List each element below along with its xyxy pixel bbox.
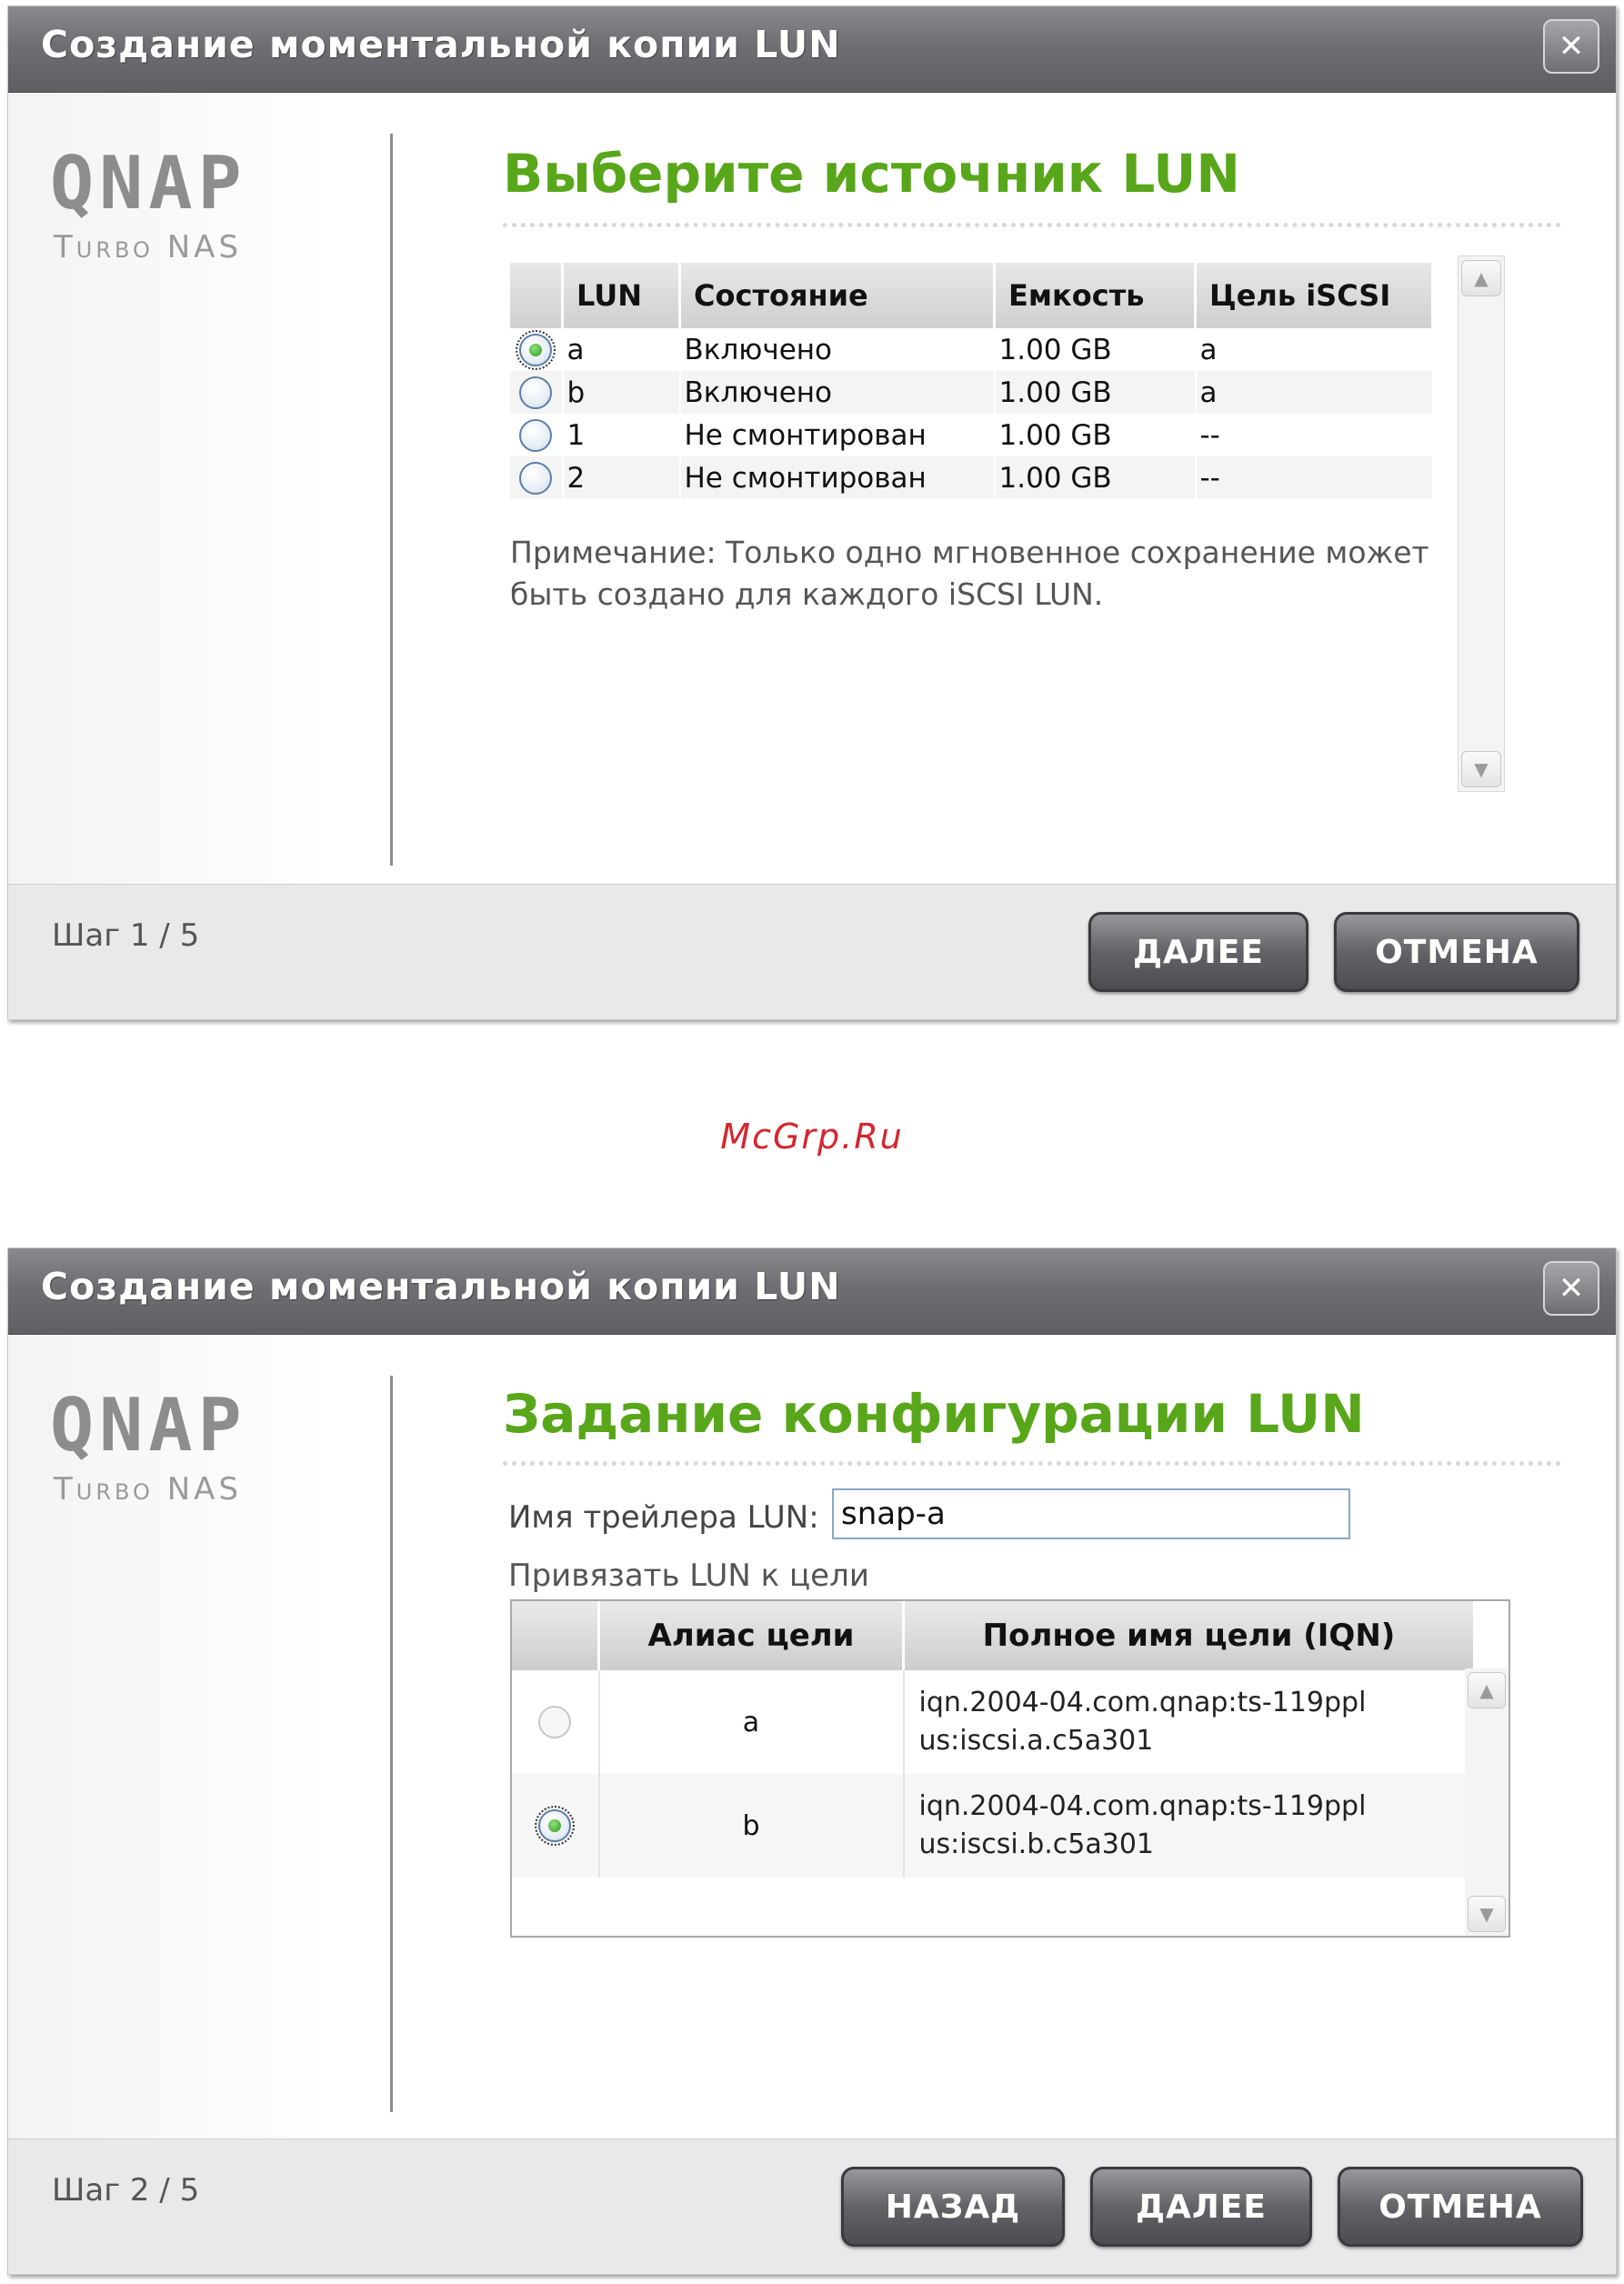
heading-divider [503,223,1561,227]
dialog-title: Создание моментальной копии LUN [41,1265,841,1308]
column-header-iscsi-target[interactable]: Цель iSCSI [1195,263,1434,328]
row-select-cell [510,456,564,499]
lun-cell: 1 [562,414,681,456]
capacity-cell: 1.00 GB [994,328,1197,371]
heading-divider [503,1461,1561,1466]
lun-cell: a [562,328,681,371]
vertical-scrollbar[interactable]: ▲ ▼ [1465,1668,1509,1936]
page-heading: Выберите источник LUN [503,143,1240,205]
dialog-select-lun-source: Создание моментальной копии LUN ✕ QNAP T… [7,5,1617,1020]
iqn-line-1: iqn.2004-04.com.qnap:ts-119ppl [918,1790,1367,1822]
target-table-container: Алиас цели Полное имя цели (IQN) a iqn.2… [510,1599,1510,1938]
logo-sub-text: Turbo NAS [54,229,243,265]
scroll-down-icon[interactable]: ▼ [1461,751,1501,787]
close-icon: ✕ [1558,1270,1585,1307]
dialog-lun-configuration: Создание моментальной копии LUN ✕ QNAP T… [7,1247,1617,2275]
table-header-row: LUN Состояние Емкость Цель iSCSI [510,263,1434,328]
dialog-titlebar: Создание моментальной копии LUN ✕ [8,1248,1616,1335]
target-cell: -- [1195,456,1434,499]
logo-sub-text: Turbo NAS [54,1471,243,1508]
iqn-cell: iqn.2004-04.com.qnap:ts-119ppl us:iscsi.… [903,1670,1476,1774]
table-row[interactable]: 1 Не смонтирован 1.00 GB -- [510,414,1434,456]
target-cell: a [1195,328,1434,371]
row-select-cell [510,414,564,456]
target-cell: -- [1195,414,1434,456]
column-header-iqn[interactable]: Полное имя цели (IQN) [903,1601,1476,1670]
close-button[interactable]: ✕ [1543,1261,1599,1316]
alias-cell: a [598,1670,905,1774]
column-header-select [512,1601,600,1670]
logo-main-text: QNAP [50,141,247,225]
next-button[interactable]: ДАЛЕЕ [1088,912,1308,992]
capacity-cell: 1.00 GB [994,456,1197,499]
vertical-scrollbar[interactable]: ▲ ▼ [1458,255,1505,792]
dialog-footer: Шаг 2 / 5 НАЗАД ДАЛЕЕ ОТМЕНА [8,2139,1616,2274]
lun-cell: b [562,371,681,414]
state-cell: Не смонтирован [679,414,996,456]
lun-radio-b[interactable] [519,376,553,410]
row-select-cell [512,1670,600,1774]
close-button[interactable]: ✕ [1543,19,1599,74]
column-header-state[interactable]: Состояние [679,263,996,328]
column-header-lun[interactable]: LUN [562,263,681,328]
capacity-cell: 1.00 GB [994,371,1197,414]
table-row[interactable]: b Включено 1.00 GB a [510,371,1434,414]
column-header-select [510,263,564,328]
next-button[interactable]: ДАЛЕЕ [1090,2167,1312,2247]
lun-source-table: LUN Состояние Емкость Цель iSCSI a Включ… [510,263,1434,499]
table-row[interactable]: 2 Не смонтирован 1.00 GB -- [510,456,1434,499]
row-select-cell [512,1774,600,1878]
note-text: Примечание: Только одно мгновенное сохра… [510,535,1429,612]
close-icon: ✕ [1558,28,1585,65]
row-select-cell [510,371,564,414]
dialog-titlebar: Создание моментальной копии LUN ✕ [8,6,1616,93]
iqn-line-1: iqn.2004-04.com.qnap:ts-119ppl [918,1687,1367,1718]
trailer-name-label: Имя трейлера LUN: [508,1499,819,1536]
qnap-logo: QNAP Turbo NAS [50,1389,247,1508]
logo-main-text: QNAP [50,1383,247,1468]
scroll-down-icon[interactable]: ▼ [1468,1896,1506,1932]
state-cell: Не смонтирован [679,456,996,499]
iqn-line-2: us:iscsi.a.c5a301 [918,1725,1154,1757]
table-row[interactable]: a Включено 1.00 GB a [510,328,1434,371]
target-table: Алиас цели Полное имя цели (IQN) a iqn.2… [512,1601,1476,1878]
scroll-up-icon[interactable]: ▲ [1468,1672,1506,1708]
lun-radio-1[interactable] [519,419,553,453]
alias-cell: b [598,1774,905,1878]
target-cell: a [1195,371,1434,414]
step-indicator: Шаг 1 / 5 [52,917,200,954]
target-radio-a[interactable] [538,1706,572,1739]
cancel-button[interactable]: ОТМЕНА [1334,912,1579,992]
dialog-footer: Шаг 1 / 5 ДАЛЕЕ ОТМЕНА [8,884,1616,1019]
capacity-cell: 1.00 GB [994,414,1197,456]
step-indicator: Шаг 2 / 5 [52,2172,200,2209]
lun-radio-2[interactable] [519,462,553,496]
sidebar: QNAP Turbo NAS [8,93,390,885]
back-button[interactable]: НАЗАД [841,2167,1065,2247]
state-cell: Включено [679,371,996,414]
lun-radio-a[interactable] [516,330,556,371]
iqn-cell: iqn.2004-04.com.qnap:ts-119ppl us:iscsi.… [903,1774,1476,1878]
row-select-cell [510,328,564,371]
dialog-title: Создание моментальной копии LUN [41,23,841,66]
scroll-up-icon[interactable]: ▲ [1461,260,1501,296]
cancel-button[interactable]: ОТМЕНА [1338,2167,1583,2247]
page-heading: Задание конфигурации LUN [503,1383,1365,1445]
table-row[interactable]: a iqn.2004-04.com.qnap:ts-119ppl us:iscs… [512,1670,1476,1774]
table-header-row: Алиас цели Полное имя цели (IQN) [512,1601,1476,1670]
trailer-name-input[interactable] [832,1488,1350,1539]
target-radio-b[interactable] [535,1806,576,1847]
vertical-divider [390,1376,393,2112]
iqn-line-2: us:iscsi.b.c5a301 [918,1828,1155,1860]
table-row[interactable]: b iqn.2004-04.com.qnap:ts-119ppl us:iscs… [512,1774,1476,1878]
column-header-alias[interactable]: Алиас цели [598,1601,905,1670]
qnap-logo: QNAP Turbo NAS [50,141,247,266]
state-cell: Включено [679,328,996,371]
bind-target-label: Привязать LUN к цели [508,1558,869,1594]
column-header-capacity[interactable]: Емкость [994,263,1197,328]
sidebar: QNAP Turbo NAS [8,1335,390,2139]
vertical-divider [390,134,393,866]
lun-cell: 2 [562,456,681,499]
watermark-text: McGrp.Ru [720,1117,904,1157]
